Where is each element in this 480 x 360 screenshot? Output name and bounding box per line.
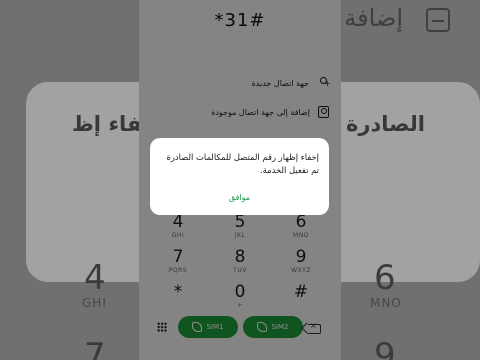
ok-button[interactable]: موافق — [150, 193, 329, 202]
dialog-message: إخفاء إظهار رقم المتصل للمكالمات الصادرة… — [166, 152, 320, 175]
ussd-result-dialog: إخفاء إظهار رقم المتصل للمكالمات الصادرة… — [150, 138, 329, 215]
